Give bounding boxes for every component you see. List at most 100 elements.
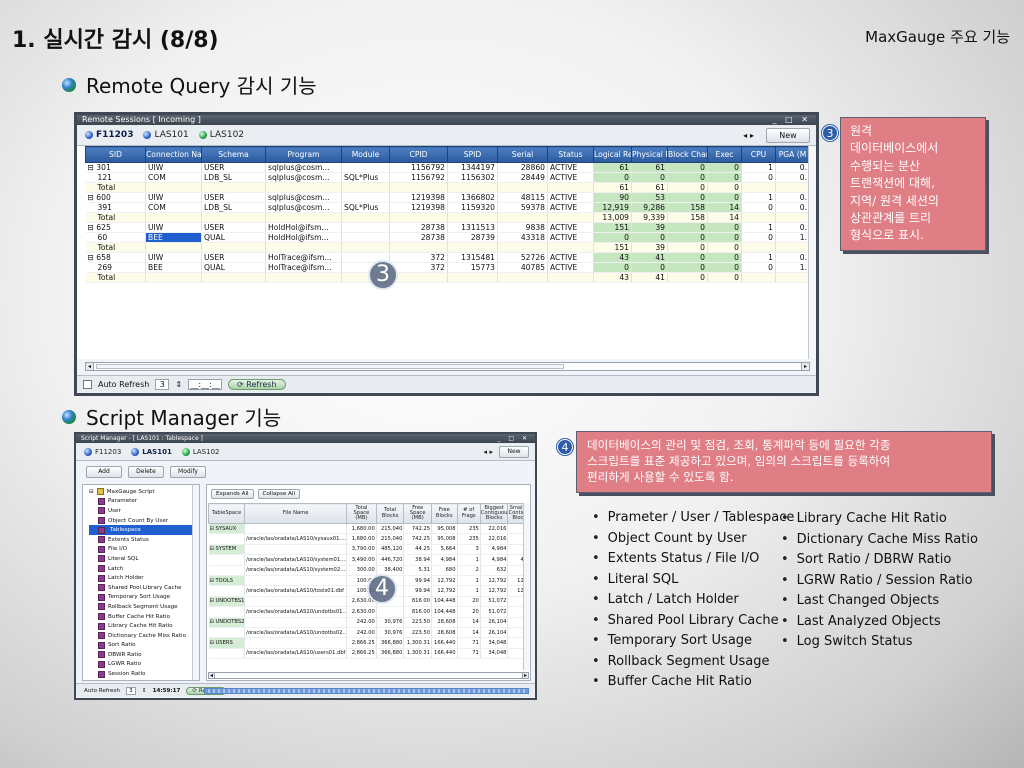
- tree-item[interactable]: File I/O: [89, 545, 199, 555]
- column-header[interactable]: Connection Name: [145, 146, 202, 163]
- column-header[interactable]: SID: [85, 146, 146, 163]
- total-row[interactable]: Total 13,009 9,339 158 14: [85, 212, 810, 223]
- tree-item[interactable]: Session Ratio: [89, 669, 199, 679]
- tab-nav-arrows[interactable]: ◂ ▸: [743, 131, 754, 140]
- scroll-left-arrow[interactable]: ◂: [208, 672, 215, 679]
- datafile-row[interactable]: /oracle/las/oradata/LAS10/undotbs01.... 2…: [208, 606, 530, 618]
- collapse-all-button[interactable]: Collapse All: [257, 489, 301, 499]
- tablespace-row[interactable]: ⊟ UNDOTBS2 242.00 30,976 223.50 28,608 14 26,1…: [208, 617, 530, 628]
- column-header[interactable]: Free Space (MB): [403, 503, 433, 524]
- scroll-right-arrow[interactable]: ▸: [801, 362, 810, 371]
- tree-item[interactable]: Sort Ratio: [89, 641, 199, 651]
- datafile-row[interactable]: /oracle/las/oradata/LAS10/undotbs02.... 2…: [208, 627, 530, 639]
- column-header[interactable]: Module: [341, 146, 390, 163]
- tree-item[interactable]: DBWR Ratio: [89, 650, 199, 660]
- column-header[interactable]: CPU: [741, 146, 776, 163]
- tree-root[interactable]: ⊟ MaxGauge Script: [89, 487, 199, 497]
- tree-item[interactable]: LGWR Ratio: [89, 660, 199, 670]
- datafile-row[interactable]: /oracle/las/oradata/LAS10/users01.dbf 2,8…: [208, 648, 530, 660]
- cell-frags: 71: [457, 648, 481, 660]
- remote-new-button[interactable]: New: [766, 127, 810, 143]
- scroll-left-arrow[interactable]: ◂: [85, 362, 94, 371]
- session-row[interactable]: 391 COM LDB_SL sqlplus@cosm... SQL*Plus 12193…: [85, 202, 810, 213]
- column-header[interactable]: Status: [547, 146, 594, 163]
- tree-item[interactable]: Shared Pool Library Cache: [89, 583, 199, 593]
- session-row[interactable]: ⊟ 625 UIW USER HoldHol@ifsm... 28738 1311513 9…: [85, 222, 810, 233]
- delete-button[interactable]: Delete: [128, 466, 164, 478]
- grid-horizontal-scrollbar[interactable]: ◂ ▸: [208, 672, 529, 679]
- session-row[interactable]: ⊟ 301 UIW USER sqlplus@cosm... 1156792 134419…: [85, 162, 810, 173]
- tab-nav-arrows[interactable]: ◂ ▸: [484, 448, 493, 456]
- spinner-icon[interactable]: ⇕: [142, 688, 147, 694]
- column-header[interactable]: Biggest Contiguous Blocks: [479, 503, 509, 524]
- refresh-button[interactable]: ⟳ Refresh: [228, 378, 286, 390]
- scroll-thumb[interactable]: [96, 364, 564, 369]
- refresh-interval-input[interactable]: 3: [125, 686, 136, 695]
- column-header[interactable]: Schema: [201, 146, 266, 163]
- tree-item[interactable]: Extents Status: [89, 535, 199, 545]
- tree-item[interactable]: Latch Holder: [89, 573, 199, 583]
- auto-refresh-checkbox[interactable]: [83, 379, 92, 389]
- tablespace-row[interactable]: ⊟ USERS 2,866.25 366,880 1,300.31 166,440 71 3…: [208, 637, 530, 649]
- total-row[interactable]: Total 43 41 0 0: [85, 272, 810, 283]
- column-header[interactable]: PGA (M: [775, 146, 810, 163]
- column-header[interactable]: Logical Reads: [593, 146, 632, 163]
- tree-item[interactable]: Parameter: [89, 497, 199, 507]
- modify-button[interactable]: Modify: [170, 466, 206, 478]
- spinner-icon[interactable]: ⇕: [175, 380, 182, 389]
- tab-f11203[interactable]: F11203: [84, 447, 121, 456]
- tree-item[interactable]: Latch: [89, 564, 199, 574]
- tree-item[interactable]: User: [89, 506, 199, 516]
- datafile-row[interactable]: /oracle/las/oradata/LAS10/sysaux01.... 1,…: [208, 533, 530, 545]
- session-row[interactable]: ⊟ 600 UIW USER sqlplus@cosm... 1219398 136680…: [85, 192, 810, 203]
- column-header[interactable]: TableSpace: [207, 503, 246, 524]
- tree-item[interactable]: Literal SQL: [89, 554, 199, 564]
- tab-las102[interactable]: LAS102: [198, 130, 244, 140]
- collapse-icon[interactable]: ⊟: [89, 489, 94, 495]
- session-row[interactable]: 121 COM LDB_SL sqlplus@cosm... SQL*Plus 11567…: [85, 172, 810, 183]
- add-button[interactable]: Add: [86, 466, 122, 478]
- column-header[interactable]: File Name: [244, 503, 348, 524]
- tree-item[interactable]: Tablespace: [89, 525, 199, 535]
- session-row[interactable]: ⊟ 658 UIW USER HolTrace@ifsm... 372 1315481 52…: [85, 252, 810, 263]
- column-header[interactable]: CPID: [389, 146, 448, 163]
- column-header[interactable]: Block Changes: [667, 146, 708, 163]
- tree-vertical-scrollbar[interactable]: [192, 485, 199, 680]
- expand-all-button[interactable]: Expands All: [211, 489, 254, 499]
- remote-horizontal-scrollbar[interactable]: ◂ ▸: [85, 362, 810, 371]
- window-controls[interactable]: _ □ ✕: [497, 434, 530, 443]
- grid-vertical-scrollbar[interactable]: [523, 503, 530, 670]
- column-header[interactable]: Total Space (MB): [346, 503, 377, 524]
- remote-vertical-scrollbar[interactable]: [808, 146, 816, 359]
- column-header[interactable]: SPID: [447, 146, 498, 163]
- script-new-button[interactable]: New: [499, 445, 529, 458]
- tab-las101[interactable]: LAS101: [131, 447, 172, 456]
- tab-f11203[interactable]: F11203: [85, 130, 133, 140]
- refresh-interval-input[interactable]: 3: [155, 378, 170, 390]
- tree-item[interactable]: Temporary Sort Usage: [89, 593, 199, 603]
- column-header[interactable]: Exec: [707, 146, 742, 163]
- tablespace-row[interactable]: ⊟ SYSTEM3,790.00485,12044.255,66434,9844: [208, 544, 530, 556]
- session-row[interactable]: 60 BEE QUAL HoldHol@ifsm... 28738 28739 43318 A…: [85, 232, 810, 243]
- tree-item[interactable]: Dictionary Cache Miss Ratio: [89, 631, 199, 641]
- window-controls[interactable]: _ □ ✕: [773, 115, 811, 125]
- column-header[interactable]: Total Blocks: [375, 503, 405, 524]
- tree-item[interactable]: Library Cache Hit Ratio: [89, 621, 199, 631]
- tab-las101[interactable]: LAS101: [143, 130, 189, 140]
- column-header[interactable]: Serial: [497, 146, 548, 163]
- tab-las102[interactable]: LAS102: [181, 447, 219, 456]
- scroll-right-arrow[interactable]: ▸: [522, 672, 529, 679]
- total-row[interactable]: Total 151 39 0 0: [85, 242, 810, 253]
- tree-item[interactable]: Buffer Cache Hit Ratio: [89, 612, 199, 622]
- column-header[interactable]: Physical Reads: [631, 146, 668, 163]
- column-header[interactable]: # of Frags: [456, 503, 481, 524]
- tablespace-row[interactable]: ⊟ SYSAUX 1,680.00 215,040 742.25 95,008 235 22…: [208, 523, 530, 535]
- datafile-row[interactable]: /oracle/las/oradata/LAS10/system02.... 30…: [208, 565, 530, 576]
- session-row[interactable]: 269 BEE QUAL HolTrace@ifsm... 372 15773 40785 A…: [85, 262, 810, 273]
- tree-item[interactable]: Rollback Segment Usage: [89, 602, 199, 612]
- tree-item[interactable]: Object Count By User: [89, 516, 199, 526]
- total-row[interactable]: Total 61 61 0 0: [85, 182, 810, 193]
- datafile-row[interactable]: /oracle/las/oradata/LAS10/system01.... 3,…: [208, 554, 530, 566]
- column-header[interactable]: Free Blocks: [431, 503, 458, 524]
- column-header[interactable]: Program: [265, 146, 342, 163]
